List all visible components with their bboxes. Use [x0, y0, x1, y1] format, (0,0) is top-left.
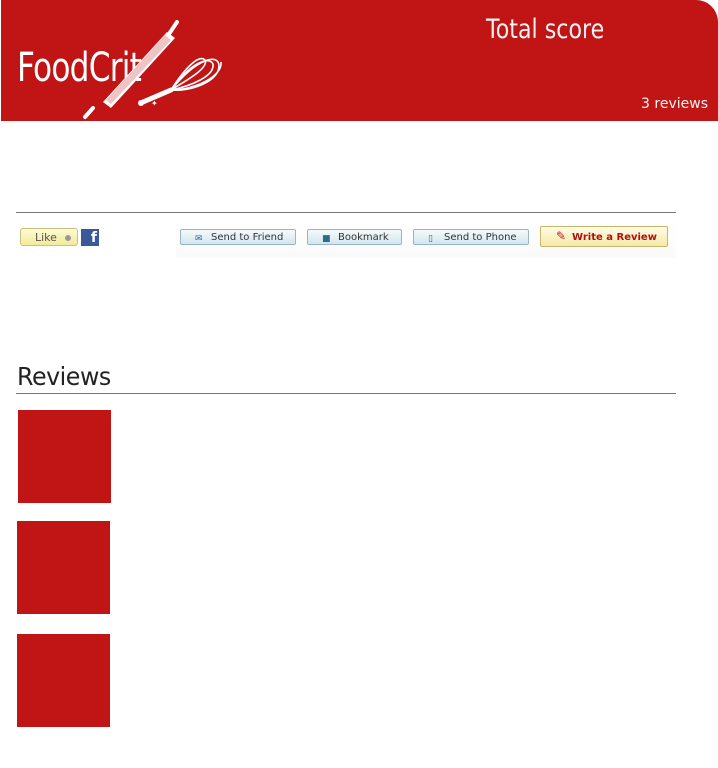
facebook-icon[interactable]: f	[81, 229, 99, 246]
like-dot-icon	[65, 235, 71, 241]
send-to-friend-label: Send to Friend	[211, 232, 284, 243]
reviewer-avatar[interactable]	[17, 521, 110, 614]
like-button[interactable]: Like	[20, 228, 78, 246]
send-to-friend-button[interactable]: ✉ Send to Friend	[180, 229, 296, 245]
divider	[16, 212, 676, 213]
write-review-label: Write a Review	[572, 232, 657, 243]
reviewer-avatar[interactable]	[17, 634, 110, 727]
total-score-label: Total score	[486, 14, 605, 45]
pencil-icon: ✎	[556, 229, 567, 243]
share-toolbar: Like f ✉ Send to Friend ■ Bookmark ▯ Sen…	[16, 222, 676, 258]
reviewer-avatar[interactable]	[18, 410, 111, 503]
phone-icon: ▯	[428, 234, 433, 244]
bookmark-button[interactable]: ■ Bookmark	[307, 229, 402, 245]
rolling-pin-whisk-icon: ✦	[83, 20, 222, 119]
like-label: Like	[35, 231, 57, 244]
foodcrit-logo[interactable]: FoodCrit ✦	[1, 14, 231, 119]
bookmark-icon: ■	[322, 234, 331, 244]
write-review-button[interactable]: ✎ Write a Review	[540, 226, 668, 247]
bookmark-label: Bookmark	[338, 232, 389, 243]
send-to-phone-button[interactable]: ▯ Send to Phone	[413, 229, 529, 245]
reviews-heading: Reviews	[17, 362, 111, 391]
site-header: FoodCrit ✦ Total score 3 reviews	[1, 0, 718, 121]
send-to-phone-label: Send to Phone	[444, 232, 517, 243]
svg-text:✦: ✦	[151, 99, 158, 108]
reviews-divider	[16, 393, 676, 394]
envelope-icon: ✉	[195, 234, 203, 244]
reviews-count[interactable]: 3 reviews	[641, 95, 708, 113]
